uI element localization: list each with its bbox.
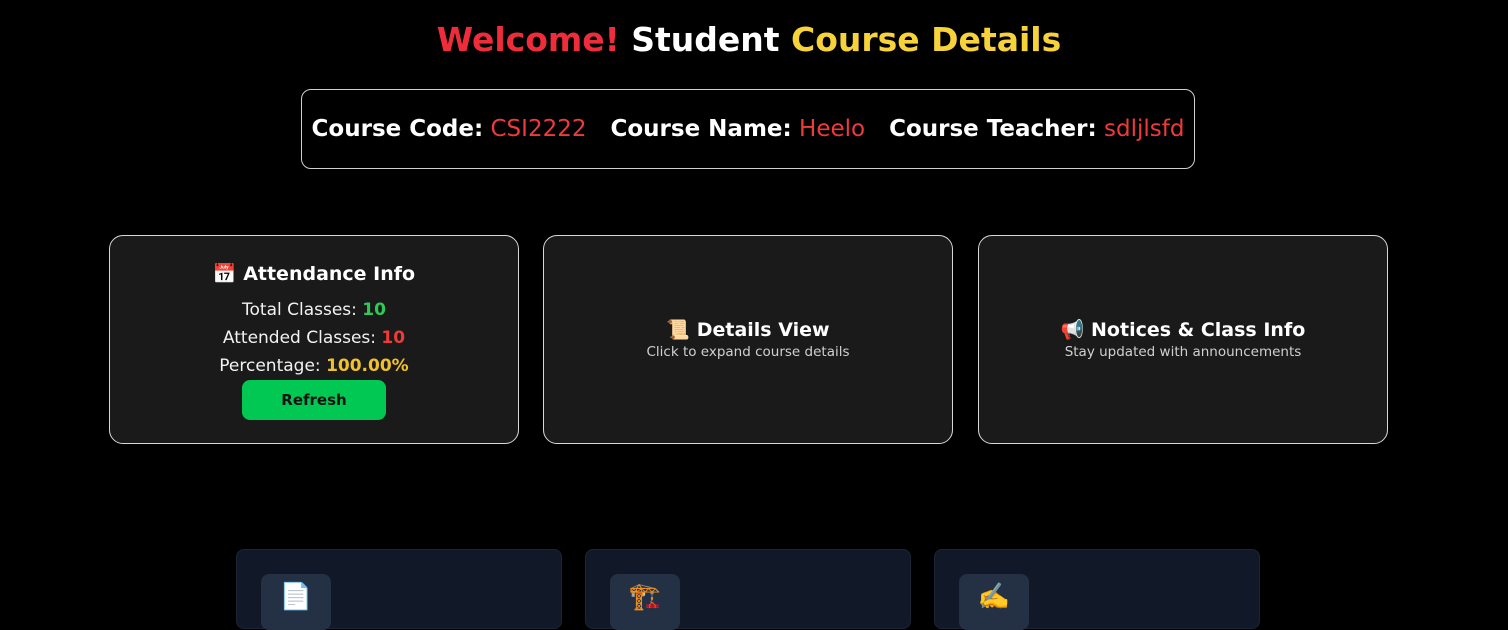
details-view-heading: 📜 Details View [544,318,952,341]
course-code-label: Course Code: [311,116,484,142]
attended-classes-value: 10 [381,328,406,348]
total-classes-label: Total Classes: [242,300,357,320]
refresh-button[interactable]: Refresh [242,380,386,420]
title-student: Student [631,20,780,59]
details-view-card[interactable]: 📜 Details View Click to expand course de… [543,235,953,444]
details-view-heading-text: Details View [696,319,830,341]
attended-classes-label: Attended Classes: [222,328,377,348]
course-info-bar: Course Code: CSI2222 Course Name: Heelo … [301,89,1195,169]
course-name-value: Heelo [799,116,866,142]
course-teacher-value: sdljlsfd [1104,116,1185,142]
notices-heading-text: Notices & Class Info [1091,319,1306,341]
percentage-value: 100.00% [326,356,409,376]
total-classes-row: Total Classes: 10 [110,300,518,320]
course-code-value: CSI2222 [490,116,587,142]
course-teacher: Course Teacher: sdljlsfd [889,116,1184,142]
page-title: Welcome! Student Course Details [0,20,1498,59]
title-welcome: Welcome! [436,20,620,59]
attendance-card: 📅 Attendance Info Total Classes: 10 Atte… [109,235,519,444]
details-view-content: 📜 Details View Click to expand course de… [544,318,952,360]
notices-card[interactable]: 📢 Notices & Class Info Stay updated with… [978,235,1388,444]
scroll-icon: 📜 [666,319,691,341]
title-course-details: Course Details [791,20,1062,59]
feature-tile-document[interactable]: 📄 [236,549,562,630]
notices-subtitle: Stay updated with announcements [1064,344,1302,360]
details-view-subtitle: Click to expand course details [646,344,850,360]
notices-heading: 📢 Notices & Class Info [979,318,1387,341]
percentage-row: Percentage: 100.00% [110,356,518,376]
megaphone-icon: 📢 [1060,319,1085,341]
document-icon: 📄 [261,574,331,630]
attendance-heading: 📅 Attendance Info [110,262,518,285]
writing-hand-icon: ✍️ [959,574,1029,630]
course-code: Course Code: CSI2222 [312,116,587,142]
total-classes-value: 10 [362,300,386,320]
feature-tile-crane[interactable]: 🏗️ [585,549,911,630]
attended-classes-row: Attended Classes: 10 [110,328,518,348]
course-name-label: Course Name: [610,116,792,142]
calendar-icon: 📅 [212,263,237,285]
percentage-label: Percentage: [219,356,321,376]
feature-tile-writing[interactable]: ✍️ [934,549,1260,630]
attendance-heading-text: Attendance Info [243,263,416,285]
course-name: Course Name: Heelo [610,116,865,142]
notices-content: 📢 Notices & Class Info Stay updated with… [979,318,1387,360]
crane-icon: 🏗️ [610,574,680,630]
course-teacher-label: Course Teacher: [889,116,1097,142]
